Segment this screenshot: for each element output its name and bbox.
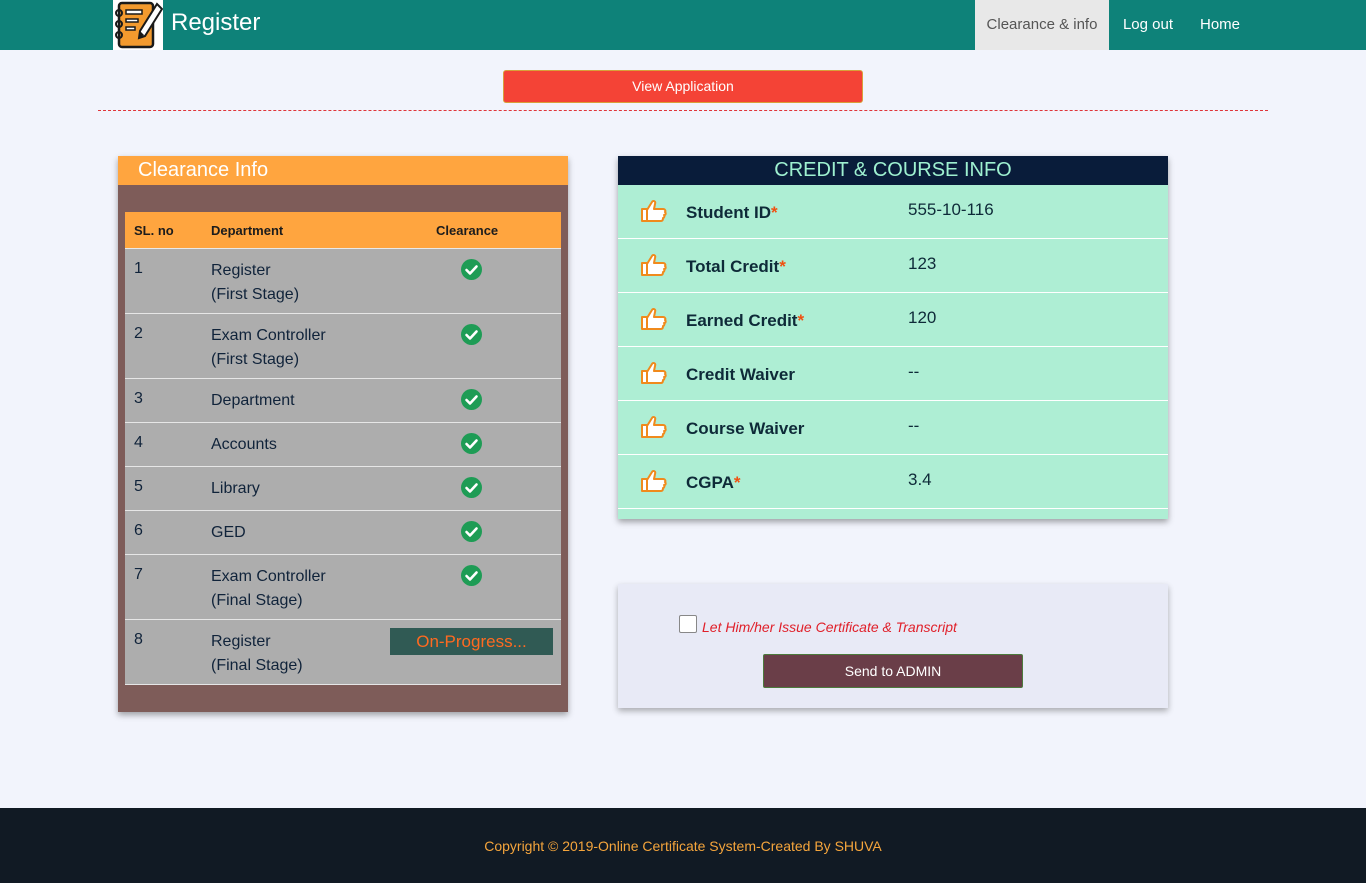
row-department: Exam Controller (Final Stage) [211,565,326,613]
credit-row-student-id: Student ID* 555-10-116 [618,185,1168,239]
table-row: 3 Department [125,379,561,423]
row-sl: 2 [134,325,143,342]
check-circle-icon [461,324,482,345]
department-name: Register [211,262,271,279]
department-stage: (Final Stage) [211,657,303,674]
issue-certificate-checkbox[interactable] [679,615,697,633]
table-row: 5 Library [125,467,561,511]
row-department: Exam Controller (First Stage) [211,324,326,372]
department-name: Department [211,392,295,409]
credit-row-course-waiver: Course Waiver -- [618,401,1168,455]
table-row: 4 Accounts [125,423,561,467]
credit-row-credit-waiver: Credit Waiver -- [618,347,1168,401]
issue-certificate-label[interactable]: Let Him/her Issue Certificate & Transcri… [702,619,957,635]
thumbs-up-hand-icon [639,360,667,391]
credit-label: Earned Credit* [686,311,805,330]
clearance-panel: Clearance Info SL. no Department Clearan… [118,156,568,712]
credit-row-total-credit: Total Credit* 123 [618,239,1168,293]
row-sl: 5 [134,478,143,495]
table-row: 1 Register (First Stage) [125,249,561,314]
credit-label: Student ID* [686,203,778,222]
check-circle-icon [461,259,482,280]
nav-home[interactable]: Home [1188,0,1252,50]
credit-label: Total Credit* [686,257,786,276]
page-footer: Copyright © 2019-Online Certificate Syst… [0,808,1366,883]
view-application-button[interactable]: View Application [503,70,863,103]
department-name: Accounts [211,436,277,453]
clearance-table: SL. no Department Clearance 1 Register (… [125,212,561,685]
thumbs-up-hand-icon [639,468,667,499]
row-department: Library [211,477,260,501]
notebook-pencil-icon[interactable] [113,0,163,50]
credit-label: Course Waiver [686,419,805,438]
table-row: 8 Register (Final Stage) On-Progress... [125,620,561,685]
row-sl: 8 [134,631,143,648]
check-circle-icon [461,521,482,542]
credit-course-panel: CREDIT & COURSE INFO Student ID* 555-10-… [618,156,1168,519]
table-row: 2 Exam Controller (First Stage) [125,314,561,379]
credit-value: 3.4 [908,470,932,489]
department-name: Exam Controller [211,327,326,344]
table-row: 6 GED [125,511,561,555]
credit-row-cgpa: CGPA* 3.4 [618,455,1168,509]
check-circle-icon [461,433,482,454]
brand-title[interactable]: Register [171,9,260,37]
column-header-sl: SL. no [134,223,174,238]
row-sl: 7 [134,566,143,583]
check-circle-icon [461,565,482,586]
check-circle-icon [461,477,482,498]
department-name: GED [211,524,246,541]
clearance-table-header: SL. no Department Clearance [125,212,561,249]
column-header-department: Department [211,223,284,238]
top-navbar: Register Clearance & info Log out Home [0,0,1366,50]
row-sl: 4 [134,434,143,451]
department-name: Exam Controller [211,568,326,585]
nav-logout[interactable]: Log out [1114,0,1182,50]
check-circle-icon [461,389,482,410]
department-stage: (First Stage) [211,286,300,303]
row-department: Register (Final Stage) [211,630,303,678]
admin-approval-panel: Let Him/her Issue Certificate & Transcri… [618,584,1168,708]
copyright-text: Copyright © 2019-Online Certificate Syst… [484,838,882,854]
thumbs-up-hand-icon [639,198,667,229]
row-sl: 6 [134,522,143,539]
on-progress-badge: On-Progress... [390,628,553,655]
credit-value: 555-10-116 [908,200,994,219]
row-department: GED [211,521,246,545]
department-stage: (Final Stage) [211,592,303,609]
clearance-panel-title: Clearance Info [118,156,568,185]
department-stage: (First Stage) [211,351,300,368]
row-department: Accounts [211,433,277,457]
credit-panel-title: CREDIT & COURSE INFO [618,156,1168,185]
credit-value: -- [908,362,920,381]
thumbs-up-hand-icon [639,306,667,337]
thumbs-up-hand-icon [639,252,667,283]
table-row: 7 Exam Controller (Final Stage) [125,555,561,620]
dashed-divider [98,110,1268,111]
credit-value: -- [908,416,920,435]
credit-value: 123 [908,254,937,273]
column-header-clearance: Clearance [436,223,499,238]
department-name: Register [211,633,271,650]
credit-label: Credit Waiver [686,365,795,384]
send-to-admin-button[interactable]: Send to ADMIN [763,654,1023,688]
credit-value: 120 [908,308,937,327]
nav-clearance-info[interactable]: Clearance & info [975,0,1109,50]
department-name: Library [211,480,260,497]
row-sl: 1 [134,260,143,277]
row-department: Department [211,389,295,413]
thumbs-up-hand-icon [639,414,667,445]
row-department: Register (First Stage) [211,259,299,307]
row-sl: 3 [134,390,143,407]
credit-label: CGPA* [686,473,741,492]
credit-row-earned-credit: Earned Credit* 120 [618,293,1168,347]
